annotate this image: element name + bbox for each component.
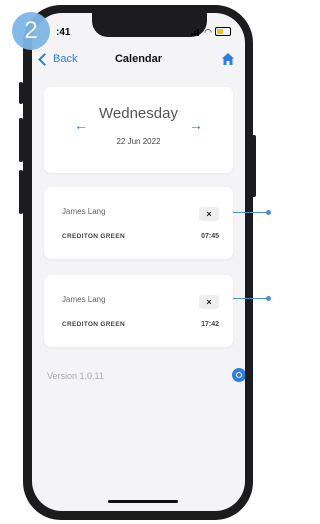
date-selector-card: ← Wednesday 22 Jun 2022 → bbox=[44, 87, 233, 173]
annotation-pointer bbox=[233, 210, 271, 215]
phone-volume-up bbox=[19, 118, 23, 162]
page-title: Calendar bbox=[114, 53, 163, 65]
nav-bar: Back Calendar bbox=[32, 49, 245, 73]
entry-time: 07:45 bbox=[201, 233, 219, 240]
signal-icon bbox=[191, 28, 201, 36]
remove-entry-button[interactable]: × bbox=[199, 295, 219, 309]
settings-icon[interactable] bbox=[232, 368, 245, 382]
date-label: 22 Jun 2022 bbox=[116, 137, 161, 146]
battery-icon bbox=[215, 27, 231, 36]
home-icon[interactable] bbox=[221, 52, 235, 66]
app-screen: :41 ◠ Back Calendar ← Wednesday 22 Jun 2… bbox=[32, 13, 245, 511]
entry-location: CREDITON GREEN bbox=[62, 233, 125, 240]
entry-name: James Lang bbox=[62, 207, 106, 216]
step-badge: 2 bbox=[12, 12, 50, 50]
day-label: Wednesday bbox=[99, 105, 178, 122]
arrow-right-icon[interactable]: → bbox=[189, 117, 203, 133]
wifi-icon: ◠ bbox=[204, 26, 212, 37]
status-time: :41 bbox=[56, 27, 71, 38]
phone-notch bbox=[92, 13, 207, 37]
list-item[interactable]: James Lang × CREDITON GREEN 17:42 bbox=[44, 275, 233, 347]
entry-location: CREDITON GREEN bbox=[62, 321, 125, 328]
entry-time: 17:42 bbox=[201, 321, 219, 328]
list-item[interactable]: James Lang × CREDITON GREEN 07:45 bbox=[44, 187, 233, 259]
annotation-pointer bbox=[233, 296, 271, 301]
entry-name: James Lang bbox=[62, 295, 106, 304]
remove-entry-button[interactable]: × bbox=[199, 207, 219, 221]
version-label: Version 1.0.11 bbox=[47, 371, 104, 381]
home-indicator bbox=[108, 500, 178, 503]
status-icons: ◠ bbox=[191, 27, 231, 36]
phone-mute-switch bbox=[19, 82, 23, 104]
phone-power-button bbox=[252, 135, 256, 197]
phone-volume-down bbox=[19, 170, 23, 214]
